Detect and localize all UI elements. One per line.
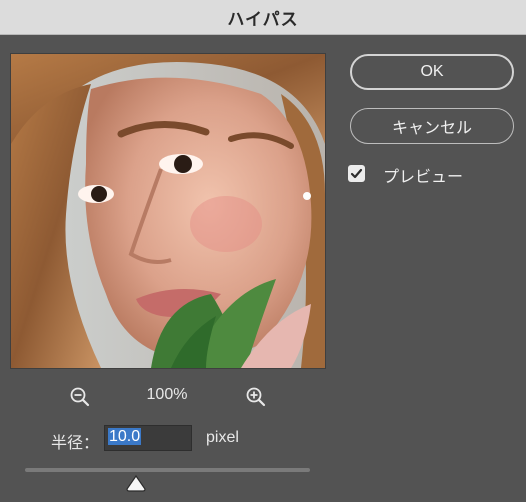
cancel-button[interactable]: キャンセル — [350, 108, 514, 144]
radius-value: 10.0 — [108, 428, 142, 445]
ok-button[interactable]: OK — [350, 54, 514, 90]
checkmark-icon — [350, 168, 363, 179]
radius-label: 半径： — [51, 435, 100, 452]
unit-label: pixel — [206, 429, 239, 446]
radius-slider-track[interactable] — [25, 468, 310, 472]
radius-input[interactable]: 10.0 — [104, 425, 192, 451]
zoom-level: 100% — [146, 386, 188, 403]
preview-label: プレビュー — [383, 169, 464, 186]
zoom-out-icon[interactable] — [69, 386, 91, 408]
preview-image[interactable] — [10, 53, 326, 369]
title-bar: ハイパス — [0, 0, 526, 35]
dialog-title: ハイパス — [227, 9, 299, 29]
portrait-photo — [11, 54, 325, 368]
preview-checkbox[interactable] — [348, 165, 365, 182]
triangle-thumb-icon[interactable] — [126, 474, 146, 492]
zoom-in-icon[interactable] — [245, 386, 267, 408]
